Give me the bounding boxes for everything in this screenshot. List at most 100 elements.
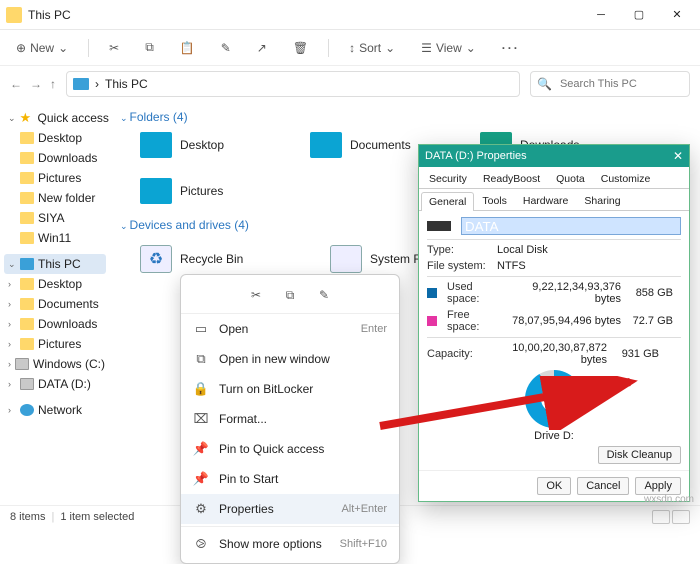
delete-button[interactable]: 🗑 (287, 37, 314, 59)
drive-recycle-bin[interactable]: Recycle Bin (140, 240, 290, 277)
trash-icon: 🗑 (293, 41, 308, 55)
properties-tabs-bottom: General Tools Hardware Sharing (419, 189, 689, 211)
window-controls: ─ ▢ ✕ (584, 3, 694, 27)
tab-quota[interactable]: Quota (548, 169, 593, 188)
usage-donut (525, 370, 583, 428)
search-box[interactable]: 🔍 (530, 71, 690, 97)
cut-button[interactable]: ✂ (103, 37, 125, 59)
tab-readyboost[interactable]: ReadyBoost (475, 169, 548, 188)
minimize-button[interactable]: ─ (584, 3, 618, 27)
used-swatch (427, 288, 437, 298)
sidebar-label: Quick access (38, 111, 109, 125)
copy-icon: ⧉ (145, 40, 154, 55)
context-icon-row: ✂ ⧉ ✎ (181, 279, 399, 314)
apply-button[interactable]: Apply (635, 477, 681, 495)
rename-icon[interactable]: ✎ (314, 285, 334, 305)
sidebar-item-pictures[interactable]: Pictures (4, 168, 106, 188)
format-icon: ⌧ (193, 411, 209, 427)
open-icon: ▭ (193, 321, 209, 337)
status-selected: 1 item selected (60, 511, 134, 523)
sort-icon: ↕ (349, 41, 355, 55)
properties-titlebar[interactable]: DATA (D:) Properties ✕ (419, 145, 689, 167)
sidebar-item-pc-data-d[interactable]: ›DATA (D:) (4, 374, 106, 394)
ctx-pin-quick-access[interactable]: 📌Pin to Quick access (181, 434, 399, 464)
forward-button[interactable]: → (30, 77, 42, 91)
ctx-bitlocker[interactable]: 🔒Turn on BitLocker (181, 374, 399, 404)
tab-general[interactable]: General (421, 192, 474, 211)
ctx-open-new-window[interactable]: ⧉Open in new window (181, 344, 399, 374)
ctx-format[interactable]: ⌧Format... (181, 404, 399, 434)
maximize-button[interactable]: ▢ (622, 3, 656, 27)
back-button[interactable]: ← (10, 77, 22, 91)
rename-button[interactable]: ✎ (215, 37, 237, 59)
sort-label: Sort (359, 41, 381, 55)
sidebar-item-pc-downloads[interactable]: ›Downloads (4, 314, 106, 334)
new-label: New (30, 41, 54, 55)
tab-security[interactable]: Security (421, 169, 475, 188)
ok-button[interactable]: OK (537, 477, 571, 495)
drive-name-input[interactable] (461, 217, 681, 235)
sidebar-item-downloads[interactable]: Downloads (4, 148, 106, 168)
sidebar-item-win11[interactable]: Win11 (4, 228, 106, 248)
up-button[interactable]: ↑ (50, 77, 56, 91)
toolbar-separator (88, 39, 89, 57)
address-bar[interactable]: › This PC (66, 71, 520, 97)
view-button[interactable]: ☰ View ⌄ (415, 37, 482, 59)
section-folders[interactable]: ⌄Folders (4) (120, 110, 690, 124)
folder-pictures[interactable]: Pictures (140, 178, 270, 204)
paste-button[interactable]: 📋 (174, 37, 201, 59)
breadcrumb[interactable]: This PC (105, 77, 148, 91)
sidebar-item-pc-documents[interactable]: ›Documents (4, 294, 106, 314)
copy-icon[interactable]: ⧉ (280, 285, 300, 305)
window-title: This PC (28, 8, 584, 22)
cancel-button[interactable]: Cancel (577, 477, 629, 495)
ctx-pin-start[interactable]: 📌Pin to Start (181, 464, 399, 494)
close-button[interactable]: ✕ (660, 3, 694, 27)
pc-icon (73, 78, 89, 90)
properties-title: DATA (D:) Properties (425, 150, 673, 162)
lock-icon: 🔒 (193, 381, 209, 397)
overflow-button[interactable]: ··· (496, 37, 526, 59)
this-pc-group: ›Desktop ›Documents ›Downloads ›Pictures… (4, 274, 106, 394)
new-button[interactable]: ⊕ New ⌄ (10, 37, 74, 59)
ctx-properties[interactable]: ⚙PropertiesAlt+Enter (181, 494, 399, 524)
sidebar-item-network[interactable]: › Network (4, 400, 106, 420)
sidebar-item-new-folder[interactable]: New folder (4, 188, 106, 208)
free-swatch (427, 316, 437, 326)
search-input[interactable] (558, 77, 700, 91)
scissors-icon: ✂ (109, 41, 119, 55)
ctx-open[interactable]: ▭OpenEnter (181, 314, 399, 344)
sidebar-item-quick-access[interactable]: ⌄★ Quick access (4, 108, 106, 128)
tab-sharing[interactable]: Sharing (576, 191, 628, 210)
recycle-icon (140, 245, 172, 273)
window-icon: ⧉ (193, 351, 209, 367)
pin-icon: 📌 (193, 441, 209, 457)
tab-tools[interactable]: Tools (474, 191, 515, 210)
close-icon[interactable]: ✕ (673, 149, 683, 163)
details-view-toggle[interactable] (652, 510, 670, 524)
ctx-more-options[interactable]: ⧁Show more optionsShift+F10 (181, 529, 399, 559)
tab-hardware[interactable]: Hardware (515, 191, 577, 210)
sidebar-item-desktop[interactable]: Desktop (4, 128, 106, 148)
share-icon: ↗ (257, 41, 267, 55)
sidebar-item-siya[interactable]: SIYA (4, 208, 106, 228)
tab-customize[interactable]: Customize (593, 169, 659, 188)
disk-cleanup-button[interactable]: Disk Cleanup (598, 446, 681, 464)
share-button[interactable]: ↗ (251, 37, 273, 59)
copy-button[interactable]: ⧉ (139, 36, 160, 59)
quick-access-group: Desktop Downloads Pictures New folder SI… (4, 128, 106, 248)
sidebar-item-this-pc[interactable]: ⌄ This PC (4, 254, 106, 274)
rename-icon: ✎ (221, 41, 231, 55)
sidebar-item-pc-pictures[interactable]: ›Pictures (4, 334, 106, 354)
sidebar-item-pc-desktop[interactable]: ›Desktop (4, 274, 106, 294)
drive-label: Drive D: (427, 430, 681, 442)
folder-desktop[interactable]: Desktop (140, 132, 270, 158)
properties-dialog: DATA (D:) Properties ✕ Security ReadyBoo… (418, 144, 690, 502)
chevron-down-icon: ⌄ (58, 41, 68, 55)
chevron-down-icon: ⌄ (385, 41, 395, 55)
cut-icon[interactable]: ✂ (246, 285, 266, 305)
sort-button[interactable]: ↕ Sort ⌄ (343, 37, 401, 59)
nav-sidebar: ⌄★ Quick access Desktop Downloads Pictur… (0, 102, 110, 505)
icons-view-toggle[interactable] (672, 510, 690, 524)
sidebar-item-pc-windows-c[interactable]: ›Windows (C:) (4, 354, 106, 374)
